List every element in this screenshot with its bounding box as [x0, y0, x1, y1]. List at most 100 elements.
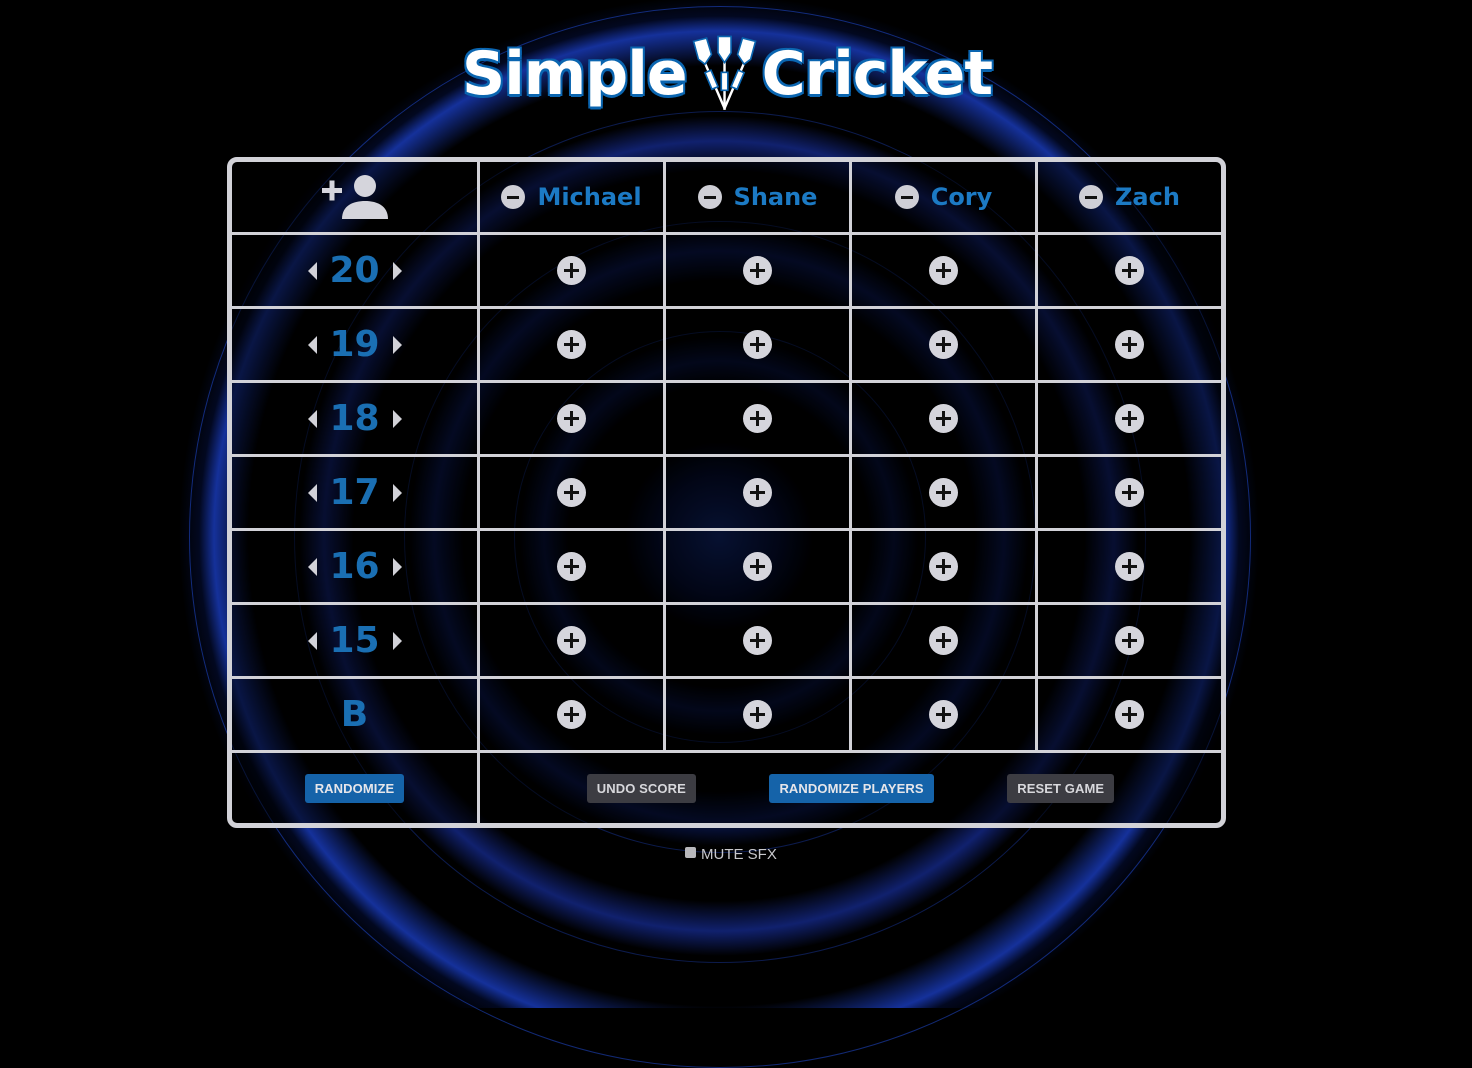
caret-left-icon[interactable] — [307, 483, 317, 502]
target-number: 19 — [329, 324, 380, 365]
plus-circle-icon[interactable] — [557, 700, 586, 729]
plus-circle-icon[interactable] — [1115, 256, 1144, 285]
remove-player-cory-icon[interactable] — [894, 185, 919, 209]
player-name[interactable]: Zach — [1115, 183, 1180, 211]
target-cell-20: 20 — [232, 235, 480, 309]
randomize-button[interactable]: RANDOMIZE — [304, 774, 405, 803]
target-number: 16 — [329, 546, 380, 587]
plus-circle-icon[interactable] — [743, 404, 772, 433]
plus-circle-icon[interactable] — [743, 552, 772, 581]
mark-cell — [1038, 235, 1221, 309]
mark-cell — [666, 605, 852, 679]
add-player-cell — [232, 162, 480, 235]
plus-circle-icon[interactable] — [557, 478, 586, 507]
caret-right-icon[interactable] — [392, 335, 402, 354]
target-number: 20 — [329, 250, 380, 291]
caret-right-icon[interactable] — [392, 409, 402, 428]
mark-cell — [480, 235, 666, 309]
plus-circle-icon[interactable] — [557, 330, 586, 359]
plus-circle-icon[interactable] — [1115, 552, 1144, 581]
target-cell-15: 15 — [232, 605, 480, 679]
remove-player-shane-icon[interactable] — [697, 185, 722, 209]
caret-right-icon[interactable] — [392, 483, 402, 502]
caret-right-icon[interactable] — [392, 557, 402, 576]
mark-cell — [666, 531, 852, 605]
plus-circle-icon[interactable] — [929, 552, 958, 581]
target-cell-16: 16 — [232, 531, 480, 605]
mute-sfx-toggle[interactable]: MUTE SFX — [685, 846, 777, 863]
plus-circle-icon[interactable] — [929, 626, 958, 655]
target-cell-bull: B — [232, 679, 480, 753]
plus-circle-icon[interactable] — [557, 552, 586, 581]
plus-circle-icon[interactable] — [557, 256, 586, 285]
randomize-players-button[interactable]: RANDOMIZE PLAYERS — [769, 774, 934, 803]
logo-word-cricket: Cricket — [761, 39, 993, 109]
remove-player-zach-icon[interactable] — [1079, 185, 1104, 209]
player-name[interactable]: Shane — [734, 183, 818, 211]
plus-circle-icon[interactable] — [557, 404, 586, 433]
caret-left-icon[interactable] — [307, 335, 317, 354]
mark-cell — [666, 383, 852, 457]
undo-score-button[interactable]: UNDO SCORE — [586, 774, 696, 803]
plus-circle-icon[interactable] — [929, 478, 958, 507]
mark-cell — [1038, 309, 1221, 383]
target-number: 18 — [329, 398, 380, 439]
plus-circle-icon[interactable] — [929, 256, 958, 285]
target-cell-18: 18 — [232, 383, 480, 457]
plus-circle-icon[interactable] — [1115, 478, 1144, 507]
mark-cell — [666, 457, 852, 531]
player-header-cory: Cory — [852, 162, 1038, 235]
caret-left-icon[interactable] — [307, 261, 317, 280]
target-number: 15 — [329, 620, 380, 661]
plus-circle-icon[interactable] — [929, 700, 958, 729]
mark-cell — [852, 235, 1038, 309]
plus-circle-icon[interactable] — [743, 626, 772, 655]
player-header-michael: Michael — [480, 162, 666, 235]
mark-cell — [852, 605, 1038, 679]
plus-circle-icon[interactable] — [743, 330, 772, 359]
remove-player-michael-icon[interactable] — [501, 185, 526, 209]
mark-cell — [480, 457, 666, 531]
target-cell-19: 19 — [232, 309, 480, 383]
mark-cell — [480, 605, 666, 679]
mark-cell — [1038, 605, 1221, 679]
mark-cell — [480, 531, 666, 605]
plus-circle-icon[interactable] — [1115, 700, 1144, 729]
mark-cell — [852, 383, 1038, 457]
player-header-zach: Zach — [1038, 162, 1221, 235]
player-name[interactable]: Michael — [537, 183, 641, 211]
caret-left-icon[interactable] — [307, 631, 317, 650]
caret-right-icon[interactable] — [392, 631, 402, 650]
player-name[interactable]: Cory — [931, 183, 993, 211]
plus-circle-icon[interactable] — [743, 256, 772, 285]
plus-circle-icon[interactable] — [743, 700, 772, 729]
mark-cell — [1038, 679, 1221, 753]
plus-circle-icon[interactable] — [1115, 404, 1144, 433]
reset-game-button[interactable]: RESET GAME — [1007, 774, 1115, 803]
mark-cell — [480, 679, 666, 753]
mark-cell — [852, 531, 1038, 605]
plus-circle-icon[interactable] — [929, 330, 958, 359]
target-number: 17 — [329, 472, 380, 513]
mark-cell — [1038, 383, 1221, 457]
mark-cell — [852, 679, 1038, 753]
plus-circle-icon[interactable] — [743, 478, 772, 507]
mark-cell — [1038, 457, 1221, 531]
add-player-icon[interactable] — [321, 173, 388, 221]
plus-circle-icon[interactable] — [557, 626, 586, 655]
player-header-shane: Shane — [666, 162, 852, 235]
caret-left-icon[interactable] — [307, 557, 317, 576]
randomize-cell: RANDOMIZE — [232, 753, 480, 823]
caret-left-icon[interactable] — [307, 409, 317, 428]
logo-word-simple: Simple — [462, 39, 688, 109]
target-cell-17: 17 — [232, 457, 480, 531]
mark-cell — [852, 309, 1038, 383]
plus-circle-icon[interactable] — [929, 404, 958, 433]
plus-circle-icon[interactable] — [1115, 330, 1144, 359]
darts-icon — [692, 35, 757, 110]
mark-cell — [852, 457, 1038, 531]
mark-cell — [666, 679, 852, 753]
caret-right-icon[interactable] — [392, 261, 402, 280]
plus-circle-icon[interactable] — [1115, 626, 1144, 655]
mute-checkbox[interactable] — [685, 846, 696, 858]
